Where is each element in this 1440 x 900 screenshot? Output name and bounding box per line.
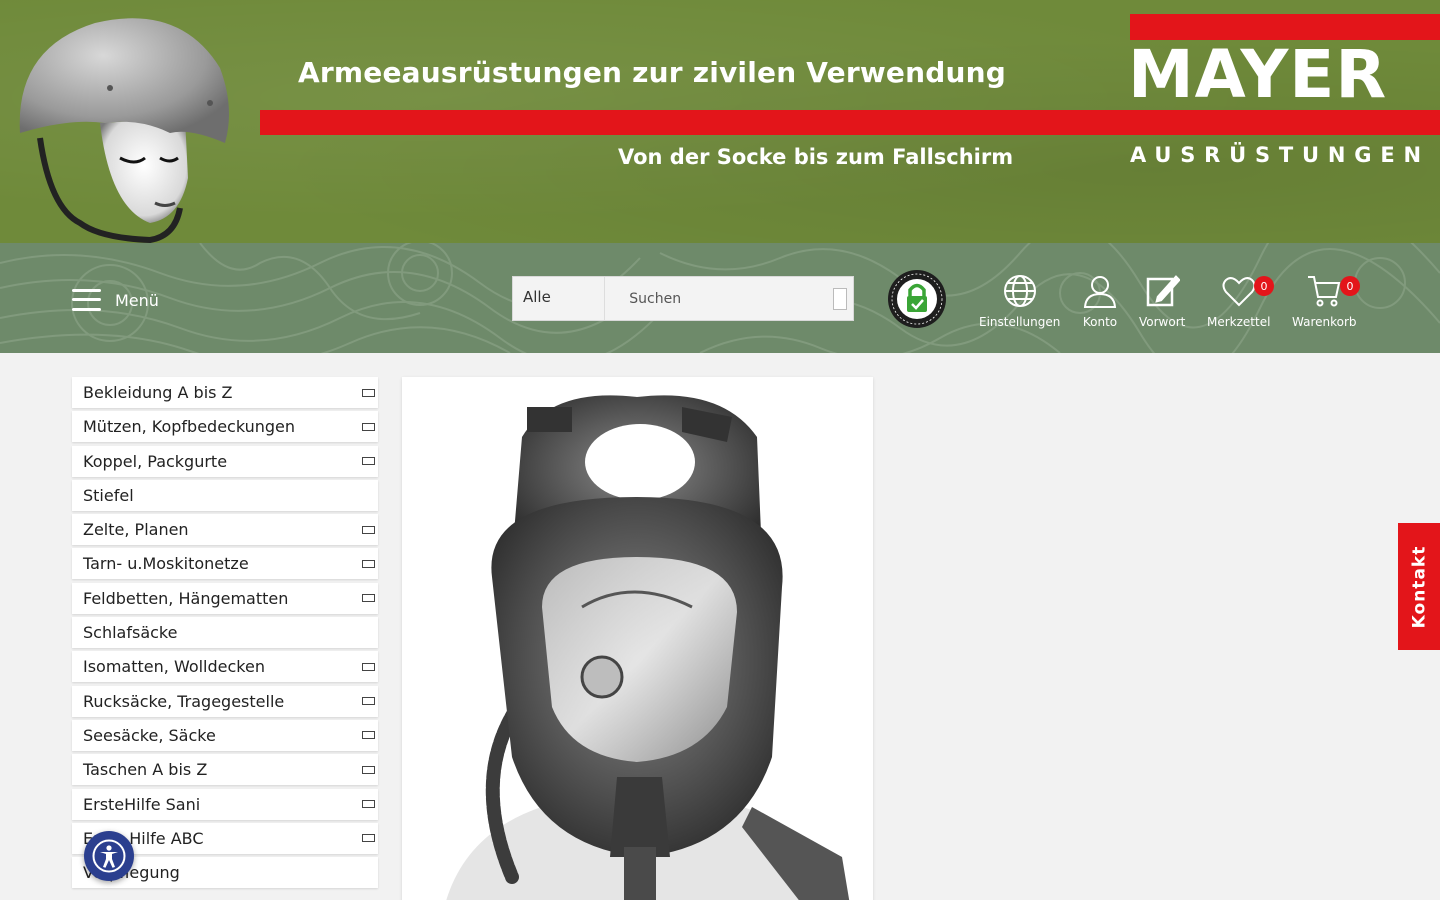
category-label: Rucksäcke, Tragegestelle — [83, 691, 285, 711]
header-banner[interactable]: Armeeausrüstungen zur zivilen Verwendung… — [0, 0, 1440, 243]
nav-vorwort-label: Vorwort — [1139, 315, 1186, 329]
edit-icon — [1146, 275, 1181, 307]
search-button[interactable] — [827, 277, 853, 320]
brand-logo-name[interactable]: MAYER — [1128, 40, 1387, 110]
search-bar: Alle — [512, 276, 854, 321]
category-label: Mützen, Kopfbedeckungen — [83, 417, 296, 437]
category-label: Bekleidung A bis Z — [83, 383, 233, 402]
category-item[interactable]: Tarn- u.Moskitonetze — [72, 548, 378, 580]
category-item[interactable]: Seesäcke, Säcke — [72, 719, 378, 751]
category-label: Schlafsäcke — [83, 623, 178, 643]
gas-mask-product-image — [402, 377, 873, 900]
search-category-select[interactable]: Alle — [513, 277, 606, 320]
category-label: Stiefel — [83, 485, 134, 505]
banner-slogan: Von der Socke bis zum Fallschirm — [618, 145, 1014, 169]
nav-account[interactable]: Konto — [1082, 273, 1118, 329]
search-icon — [833, 287, 848, 310]
category-label: ErsteHilfe Sani — [83, 794, 201, 814]
category-item[interactable]: Koppel, Packgurte — [72, 445, 378, 477]
menu-button[interactable]: Menü — [72, 289, 159, 311]
nav-cart-label: Warenkorb — [1292, 315, 1357, 329]
category-item[interactable]: Mützen, Kopfbedeckungen — [72, 411, 378, 443]
accessibility-icon — [92, 839, 126, 873]
kontakt-tab[interactable]: Kontakt — [1398, 523, 1440, 650]
search-input[interactable] — [605, 277, 828, 320]
category-item[interactable]: ErsteHilfe Sani — [72, 788, 378, 820]
kontakt-label: Kontakt — [1409, 545, 1429, 628]
expand-icon[interactable] — [362, 662, 375, 671]
expand-icon[interactable] — [362, 594, 375, 603]
nav-wishlist[interactable]: Merkzettel 0 — [1207, 273, 1274, 329]
nav-account-label: Konto — [1082, 315, 1118, 329]
menu-label: Menü — [115, 290, 159, 310]
expand-icon[interactable] — [362, 525, 375, 534]
category-label: Feldbetten, Hängematten — [83, 588, 289, 608]
main-navbar: Menü Alle Einstellungen Konto Vorwort — [0, 243, 1440, 353]
category-item[interactable]: Schlafsäcke — [72, 617, 378, 649]
user-icon — [1083, 276, 1117, 308]
category-label: Tarn- u.Moskitonetze — [83, 554, 249, 574]
wishlist-count-badge: 0 — [1254, 276, 1274, 296]
datenschutz-seal-icon[interactable] — [887, 269, 947, 329]
category-item[interactable]: Taschen A bis Z — [72, 754, 378, 786]
nav-settings-label: Einstellungen — [979, 315, 1061, 329]
category-label: Koppel, Packgurte — [83, 451, 228, 471]
banner-tagline: Armeeausrüstungen zur zivilen Verwendung — [298, 56, 1006, 89]
expand-icon[interactable] — [362, 834, 375, 843]
globe-icon — [1003, 275, 1036, 307]
category-sidebar: Bekleidung A bis Z Mützen, Kopfbedeckunge… — [72, 377, 378, 891]
category-item[interactable]: Bekleidung A bis Z — [72, 377, 378, 408]
expand-icon[interactable] — [362, 422, 375, 431]
category-item[interactable]: Rucksäcke, Tragegestelle — [72, 685, 378, 717]
category-item[interactable]: Zelte, Planen — [72, 514, 378, 546]
expand-icon[interactable] — [362, 457, 375, 466]
cart-count-badge: 0 — [1340, 276, 1360, 296]
category-label: Isomatten, Wolldecken — [83, 657, 265, 677]
heart-icon — [1222, 277, 1256, 307]
expand-icon[interactable] — [362, 765, 375, 774]
category-label: Zelte, Planen — [83, 520, 189, 540]
nav-settings[interactable]: Einstellungen — [979, 273, 1060, 329]
expand-icon[interactable] — [362, 731, 375, 740]
nav-cart[interactable]: Warenkorb 0 — [1292, 273, 1360, 329]
category-label: Taschen A bis Z — [83, 760, 208, 780]
nav-wishlist-label: Merkzettel — [1207, 315, 1271, 329]
helmet-mannequin-image — [19, 18, 229, 243]
category-item[interactable]: Isomatten, Wolldecken — [72, 651, 378, 683]
category-label: Seesäcke, Säcke — [83, 725, 216, 745]
hamburger-icon — [72, 289, 101, 311]
category-item[interactable]: Stiefel — [72, 479, 378, 511]
banner-red-stripe — [260, 110, 1440, 135]
accessibility-button[interactable] — [84, 831, 134, 881]
expand-icon[interactable] — [362, 559, 375, 568]
nav-vorwort[interactable]: Vorwort — [1139, 273, 1185, 329]
expand-icon[interactable] — [362, 388, 375, 397]
expand-icon[interactable] — [362, 800, 375, 809]
brand-logo-subtitle: AUSRÜSTUNGEN — [1130, 143, 1430, 167]
cart-icon — [1308, 276, 1341, 307]
expand-icon[interactable] — [362, 697, 375, 706]
category-item[interactable]: Feldbetten, Hängematten — [72, 582, 378, 614]
product-image-card[interactable] — [402, 377, 873, 900]
